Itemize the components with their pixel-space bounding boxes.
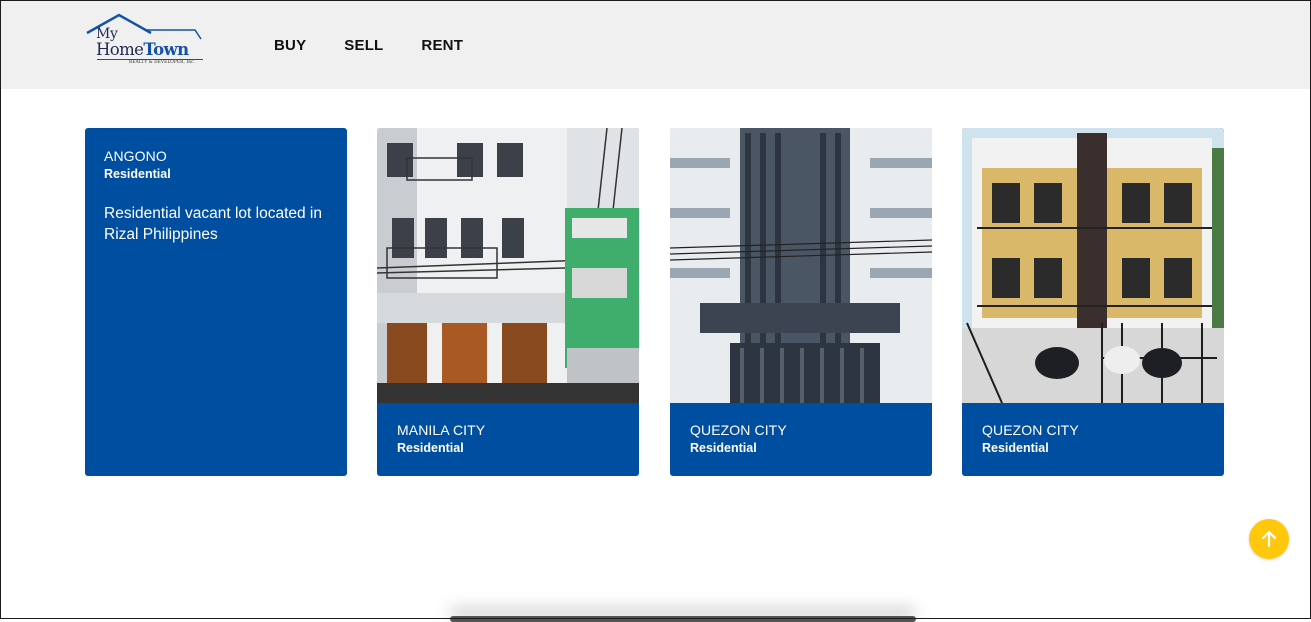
brand-logo[interactable]: My HomeTown REALTY & DEVELOPER, Inc. — [85, 13, 207, 69]
listing-description: Residential vacant lot located in Rizal … — [104, 205, 322, 243]
listing-caption: QUEZON CITY Residential — [982, 422, 1079, 455]
site-header: My HomeTown REALTY & DEVELOPER, Inc. BUY… — [0, 0, 1311, 89]
main-nav: BUY SELL RENT — [274, 37, 501, 54]
listing-type: Residential — [690, 441, 757, 455]
logo-tagline: REALTY & DEVELOPER, Inc. — [129, 60, 196, 65]
bottom-panel-edge — [450, 616, 916, 622]
listing-card-quezon-1[interactable]: QUEZON CITY Residential — [670, 128, 932, 476]
listing-caption: ANGONO Residential Residential vacant lo… — [104, 148, 334, 245]
listing-photo — [670, 128, 932, 403]
listing-photo — [962, 128, 1224, 403]
nav-sell[interactable]: SELL — [344, 37, 383, 54]
listing-card-quezon-2[interactable]: QUEZON CITY Residential — [962, 128, 1224, 476]
listing-photo — [377, 128, 639, 403]
logo-text-hometown: HomeTown — [96, 40, 189, 59]
listing-caption: QUEZON CITY Residential — [690, 422, 787, 455]
nav-buy[interactable]: BUY — [274, 37, 306, 54]
listing-city: QUEZON CITY — [982, 422, 1079, 438]
listing-city: MANILA CITY — [397, 422, 486, 438]
listing-type: Residential — [104, 167, 171, 181]
listing-card-angono[interactable]: ANGONO Residential Residential vacant lo… — [85, 128, 347, 476]
listing-city: ANGONO — [104, 148, 167, 164]
nav-rent[interactable]: RENT — [421, 37, 463, 54]
arrow-up-icon — [1261, 530, 1277, 548]
scroll-to-top-button[interactable] — [1249, 519, 1289, 559]
listing-type: Residential — [982, 441, 1049, 455]
listing-city: QUEZON CITY — [690, 422, 787, 438]
listing-card-manila[interactable]: MANILA CITY Residential — [377, 128, 639, 476]
listing-caption: MANILA CITY Residential — [397, 422, 485, 455]
listing-type: Residential — [397, 441, 464, 455]
